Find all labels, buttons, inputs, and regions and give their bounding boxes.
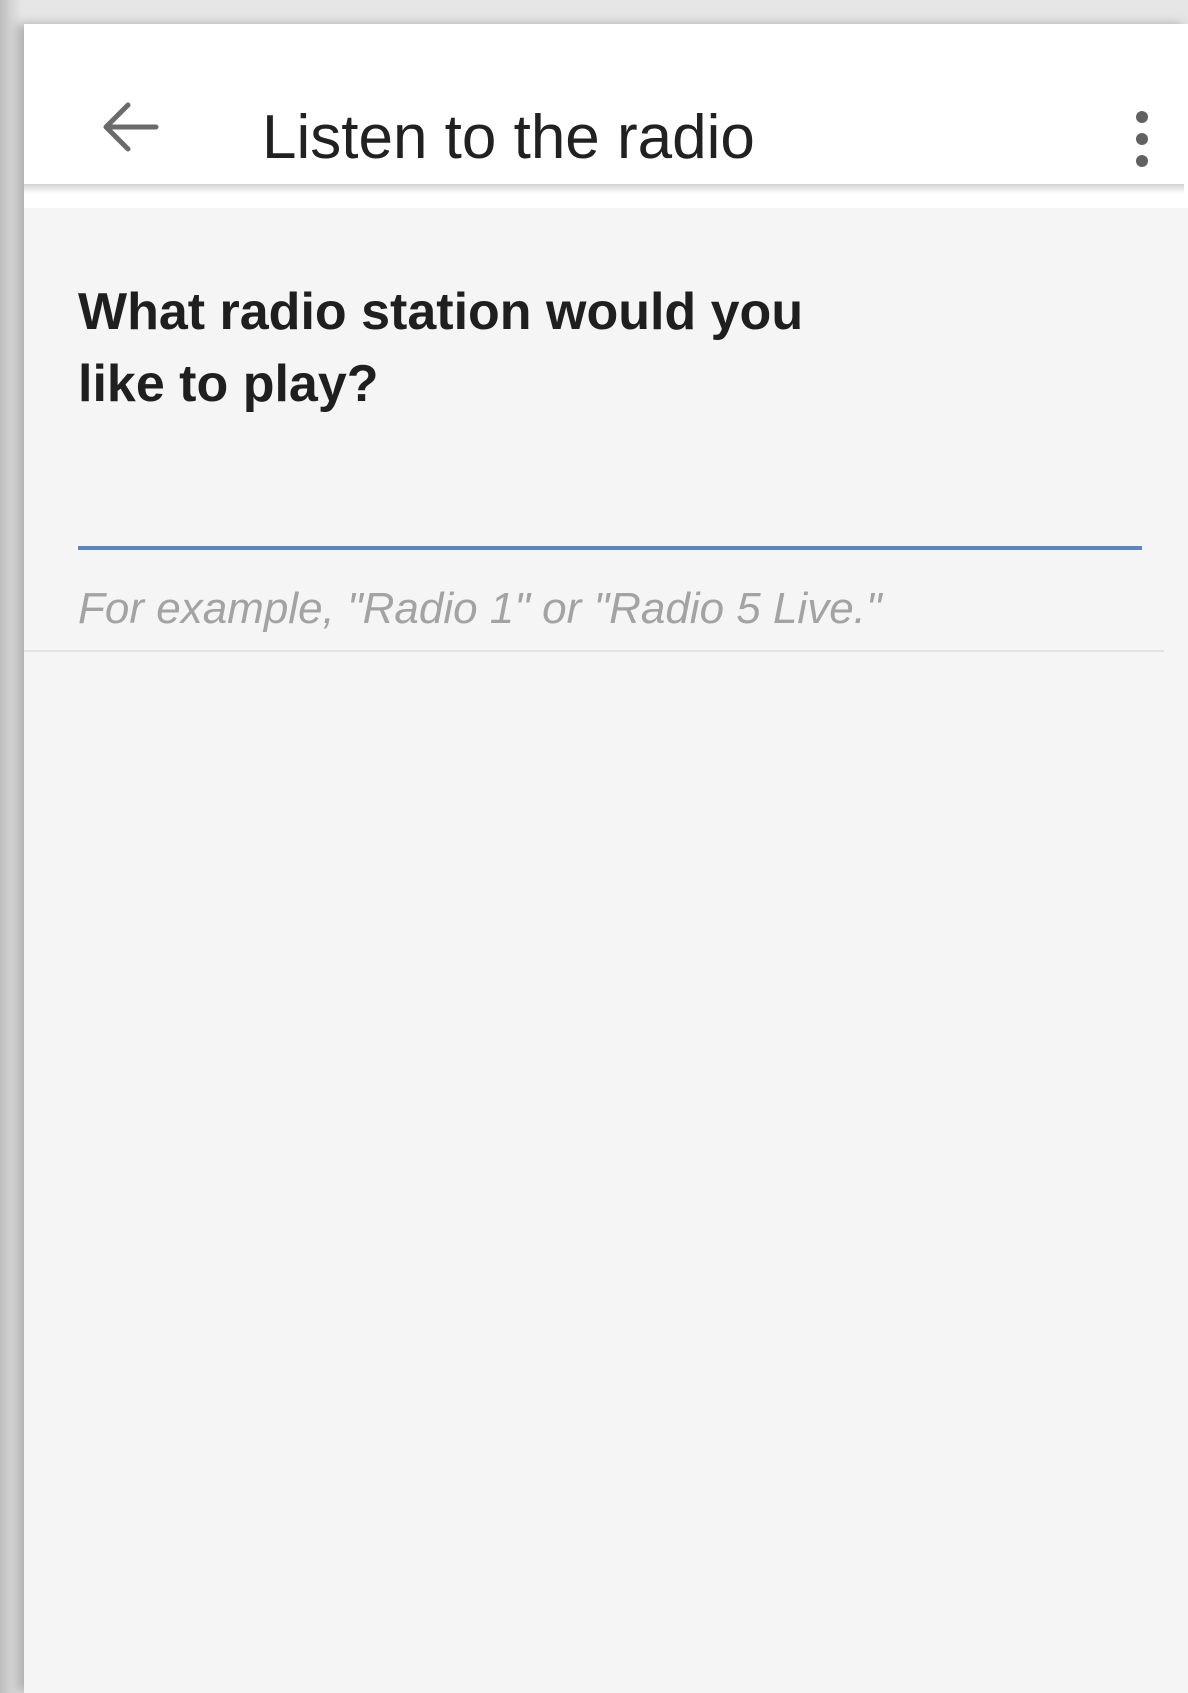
- page-title: Listen to the radio: [262, 103, 755, 172]
- question-text: What radio station would you like to pla…: [78, 283, 804, 413]
- more-vert-icon: [1132, 109, 1152, 174]
- input-hint: For example, "Radio 1" or "Radio 5 Live.…: [78, 584, 882, 633]
- arrow-left-icon: [98, 101, 160, 158]
- back-button[interactable]: [84, 84, 174, 174]
- radio-station-input[interactable]: [78, 464, 1142, 550]
- device-frame: Listen to the radio What radio station w…: [0, 0, 1188, 1693]
- app-screen: Listen to the radio What radio station w…: [24, 24, 1188, 1693]
- section-divider: [24, 650, 1164, 652]
- app-bar: Listen to the radio: [24, 24, 1188, 208]
- app-bar-shadow: [24, 184, 1184, 194]
- overflow-menu-button[interactable]: [1114, 96, 1170, 186]
